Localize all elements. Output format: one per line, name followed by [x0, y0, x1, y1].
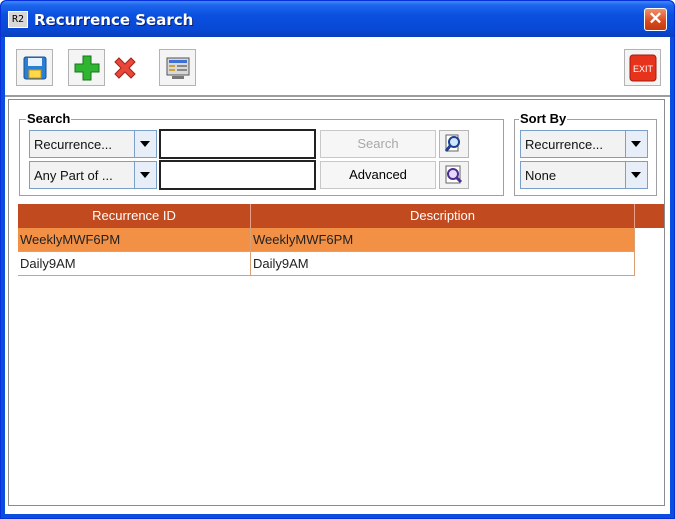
sort-field-combo[interactable]: Recurrence...: [520, 130, 648, 158]
sort-order-combo-value: None: [525, 168, 557, 183]
sort-field-combo-value: Recurrence...: [525, 137, 604, 152]
chevron-down-icon[interactable]: [134, 131, 156, 157]
view-button[interactable]: [159, 49, 196, 86]
advanced-search-icon: [445, 165, 463, 184]
column-header-recurrence-id[interactable]: Recurrence ID: [18, 204, 251, 228]
close-button[interactable]: ✕: [644, 8, 667, 31]
search-magnifier-button[interactable]: [439, 130, 469, 158]
advanced-button[interactable]: Advanced: [320, 161, 436, 189]
match-mode-combo-value: Any Part of ...: [34, 168, 113, 183]
table-header: Recurrence ID Description: [18, 204, 664, 228]
advanced-search-button[interactable]: [439, 161, 469, 189]
sort-order-combo[interactable]: None: [520, 161, 648, 189]
cell-description: Daily9AM: [251, 252, 635, 275]
sort-by-group: Sort By Recurrence... None: [514, 111, 657, 196]
match-mode-combo[interactable]: Any Part of ...: [29, 161, 157, 189]
table-row[interactable]: WeeklyMWF6PM WeeklyMWF6PM: [18, 228, 635, 252]
search-button[interactable]: Search: [320, 130, 436, 158]
window-title: Recurrence Search: [34, 11, 194, 29]
search-text-field-2[interactable]: [159, 160, 316, 190]
exit-icon: EXIT: [629, 54, 656, 81]
magnifier-icon: [444, 134, 460, 152]
search-text-field-1[interactable]: [159, 129, 316, 159]
red-x-icon: [113, 56, 136, 79]
column-header-description[interactable]: Description: [251, 204, 635, 228]
save-button[interactable]: [16, 49, 53, 86]
screen-list-icon: [166, 57, 189, 79]
cell-recurrence-id: Daily9AM: [18, 252, 251, 275]
window-client-area: EXIT Search Recurrence... Any Part of ..…: [5, 37, 670, 514]
table-row[interactable]: Daily9AM Daily9AM: [18, 252, 635, 276]
app-icon: R2: [8, 11, 28, 28]
cell-description: WeeklyMWF6PM: [251, 228, 635, 251]
recurrence-search-window: R2 Recurrence Search ✕ EXIT Search Recur…: [0, 0, 675, 519]
sort-by-group-title: Sort By: [519, 111, 568, 126]
results-table: Recurrence ID Description WeeklyMWF6PM W…: [18, 204, 664, 504]
exit-button[interactable]: EXIT: [624, 49, 661, 86]
chevron-down-icon[interactable]: [625, 162, 647, 188]
green-plus-icon: [74, 55, 99, 80]
search-group-title: Search: [26, 111, 72, 126]
search-group: Search Recurrence... Any Part of ... Sea…: [19, 111, 504, 196]
toolbar: EXIT: [5, 37, 670, 97]
chevron-down-icon[interactable]: [134, 162, 156, 188]
search-field-combo-value: Recurrence...: [34, 137, 113, 152]
title-bar[interactable]: R2 Recurrence Search ✕: [1, 1, 674, 37]
content-frame: Search Recurrence... Any Part of ... Sea…: [8, 99, 665, 506]
cell-recurrence-id: WeeklyMWF6PM: [18, 228, 251, 251]
chevron-down-icon[interactable]: [625, 131, 647, 157]
floppy-disk-icon: [23, 56, 46, 79]
add-button[interactable]: [68, 49, 105, 86]
delete-button[interactable]: [106, 49, 143, 86]
exit-icon-label: EXIT: [632, 64, 653, 74]
search-field-combo[interactable]: Recurrence...: [29, 130, 157, 158]
